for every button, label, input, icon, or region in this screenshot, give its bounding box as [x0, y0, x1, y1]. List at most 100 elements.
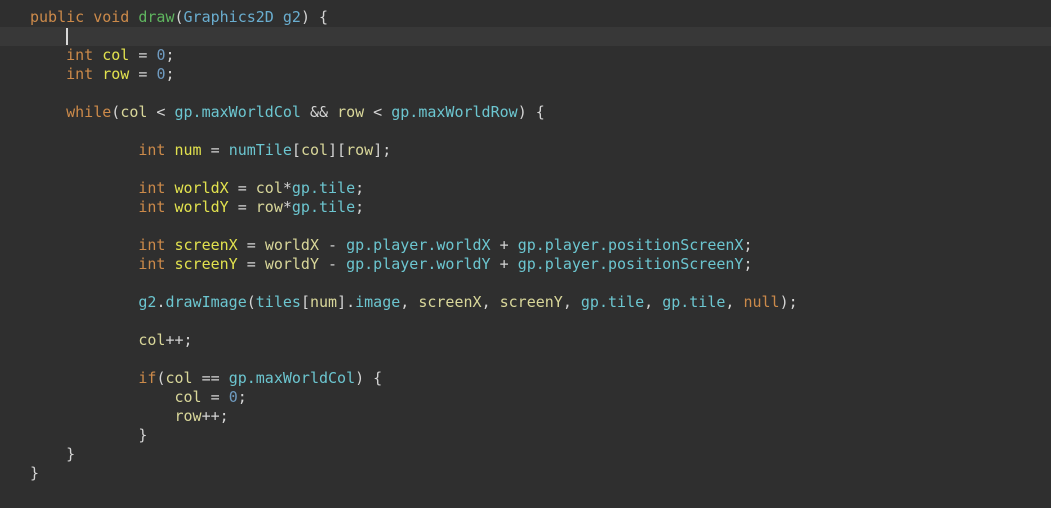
code-token: ==	[192, 369, 229, 387]
code-token: num	[174, 141, 202, 159]
code-token: worldY	[264, 255, 319, 273]
code-token: while	[66, 103, 112, 121]
code-line[interactable]: int screenY = worldY - gp.player.worldY …	[0, 255, 1051, 274]
code-line[interactable]: g2.drawImage(tiles[num].image, screenX, …	[0, 293, 1051, 312]
code-token: if	[138, 369, 157, 387]
code-line[interactable]: int row = 0;	[0, 65, 1051, 84]
code-token: col	[138, 331, 166, 349]
code-token: ,	[400, 293, 419, 311]
code-line[interactable]	[0, 84, 1051, 103]
code-token: ++;	[165, 331, 193, 349]
code-token: col	[255, 179, 283, 197]
code-token: ) {	[355, 369, 383, 387]
code-token: screenX	[418, 293, 482, 311]
code-line[interactable]: int screenX = worldX - gp.player.worldX …	[0, 236, 1051, 255]
code-token: Graphics2D g2	[183, 8, 301, 26]
code-token: =	[201, 388, 229, 406]
code-token: int	[138, 141, 175, 159]
code-line[interactable]	[0, 217, 1051, 236]
code-token: ) {	[517, 103, 545, 121]
code-token: drawImage	[165, 293, 247, 311]
code-token: ,	[481, 293, 500, 311]
code-token: col	[300, 141, 329, 159]
code-token: =	[237, 255, 265, 273]
code-line[interactable]	[0, 122, 1051, 141]
code-token: col	[165, 369, 193, 387]
code-token: ++;	[201, 407, 229, 425]
code-line[interactable]: while(col < gp.maxWorldCol && row < gp.m…	[0, 103, 1051, 122]
code-line[interactable]: int worldY = row*gp.tile;	[0, 198, 1051, 217]
code-token: =	[228, 198, 256, 216]
code-token: ,	[725, 293, 744, 311]
current-code-line[interactable]	[0, 27, 1051, 46]
code-token: ];	[373, 141, 392, 159]
code-token: =	[129, 46, 157, 64]
code-token: int	[138, 198, 175, 216]
code-token: col	[174, 388, 202, 406]
code-token: -	[319, 236, 347, 254]
code-line[interactable]: col = 0;	[0, 388, 1051, 407]
code-token: gp.tile	[291, 179, 356, 197]
code-token: null	[743, 293, 780, 311]
code-token: worldY	[174, 198, 229, 216]
code-token: row	[174, 407, 202, 425]
code-token: int	[138, 236, 175, 254]
code-token: <	[364, 103, 392, 121]
code-token: =	[129, 65, 157, 83]
code-line[interactable]	[0, 274, 1051, 293]
code-token: -	[319, 255, 347, 273]
code-token: &&	[300, 103, 338, 121]
code-token: gp.tile	[662, 293, 726, 311]
code-token: ,	[644, 293, 663, 311]
code-token: =	[228, 179, 256, 197]
code-line[interactable]: }	[0, 464, 1051, 483]
code-token: [	[291, 141, 301, 159]
code-token: g2	[138, 293, 157, 311]
code-token: =	[201, 141, 229, 159]
code-token: image	[355, 293, 401, 311]
code-token: *	[282, 179, 292, 197]
code-token: row	[102, 65, 130, 83]
code-token: ;	[237, 388, 247, 406]
code-line[interactable]	[0, 312, 1051, 331]
code-token: gp.maxWorldRow	[391, 103, 518, 121]
code-token: worldX	[174, 179, 229, 197]
code-line[interactable]	[0, 350, 1051, 369]
code-line[interactable]: int worldX = col*gp.tile;	[0, 179, 1051, 198]
code-token: gp.tile	[291, 198, 356, 216]
code-line[interactable]: if(col == gp.maxWorldCol) {	[0, 369, 1051, 388]
code-token: <	[147, 103, 175, 121]
code-line[interactable]: }	[0, 426, 1051, 445]
code-token: int	[66, 65, 103, 83]
code-editor[interactable]: public void draw(Graphics2D g2) { int co…	[0, 0, 1051, 483]
code-token: gp.maxWorldCol	[174, 103, 301, 121]
code-token: +	[490, 255, 518, 273]
code-token: +	[490, 236, 518, 254]
code-line[interactable]: int col = 0;	[0, 46, 1051, 65]
code-token: screenX	[174, 236, 238, 254]
code-token: row	[255, 198, 283, 216]
text-cursor	[66, 28, 69, 45]
code-line[interactable]	[0, 160, 1051, 179]
code-token: 0	[228, 388, 238, 406]
code-token: ].	[337, 293, 356, 311]
code-token: }	[30, 464, 40, 482]
code-token: ;	[743, 236, 753, 254]
code-token: gp.player.positionScreenY	[517, 255, 744, 273]
code-token: public void	[30, 8, 139, 26]
code-token: gp.player.worldX	[346, 236, 491, 254]
code-line[interactable]: }	[0, 445, 1051, 464]
code-token: int	[138, 255, 175, 273]
code-line[interactable]: public void draw(Graphics2D g2) {	[0, 8, 1051, 27]
code-line[interactable]: col++;	[0, 331, 1051, 350]
code-line[interactable]: int num = numTile[col][row];	[0, 141, 1051, 160]
code-token: }	[66, 445, 76, 463]
code-token: gp.player.positionScreenX	[517, 236, 744, 254]
code-token: row	[337, 103, 365, 121]
code-token: [	[300, 293, 310, 311]
code-token: ][	[328, 141, 347, 159]
code-line[interactable]: row++;	[0, 407, 1051, 426]
code-token: tiles	[255, 293, 301, 311]
code-token: int	[66, 46, 103, 64]
code-token: screenY	[174, 255, 238, 273]
